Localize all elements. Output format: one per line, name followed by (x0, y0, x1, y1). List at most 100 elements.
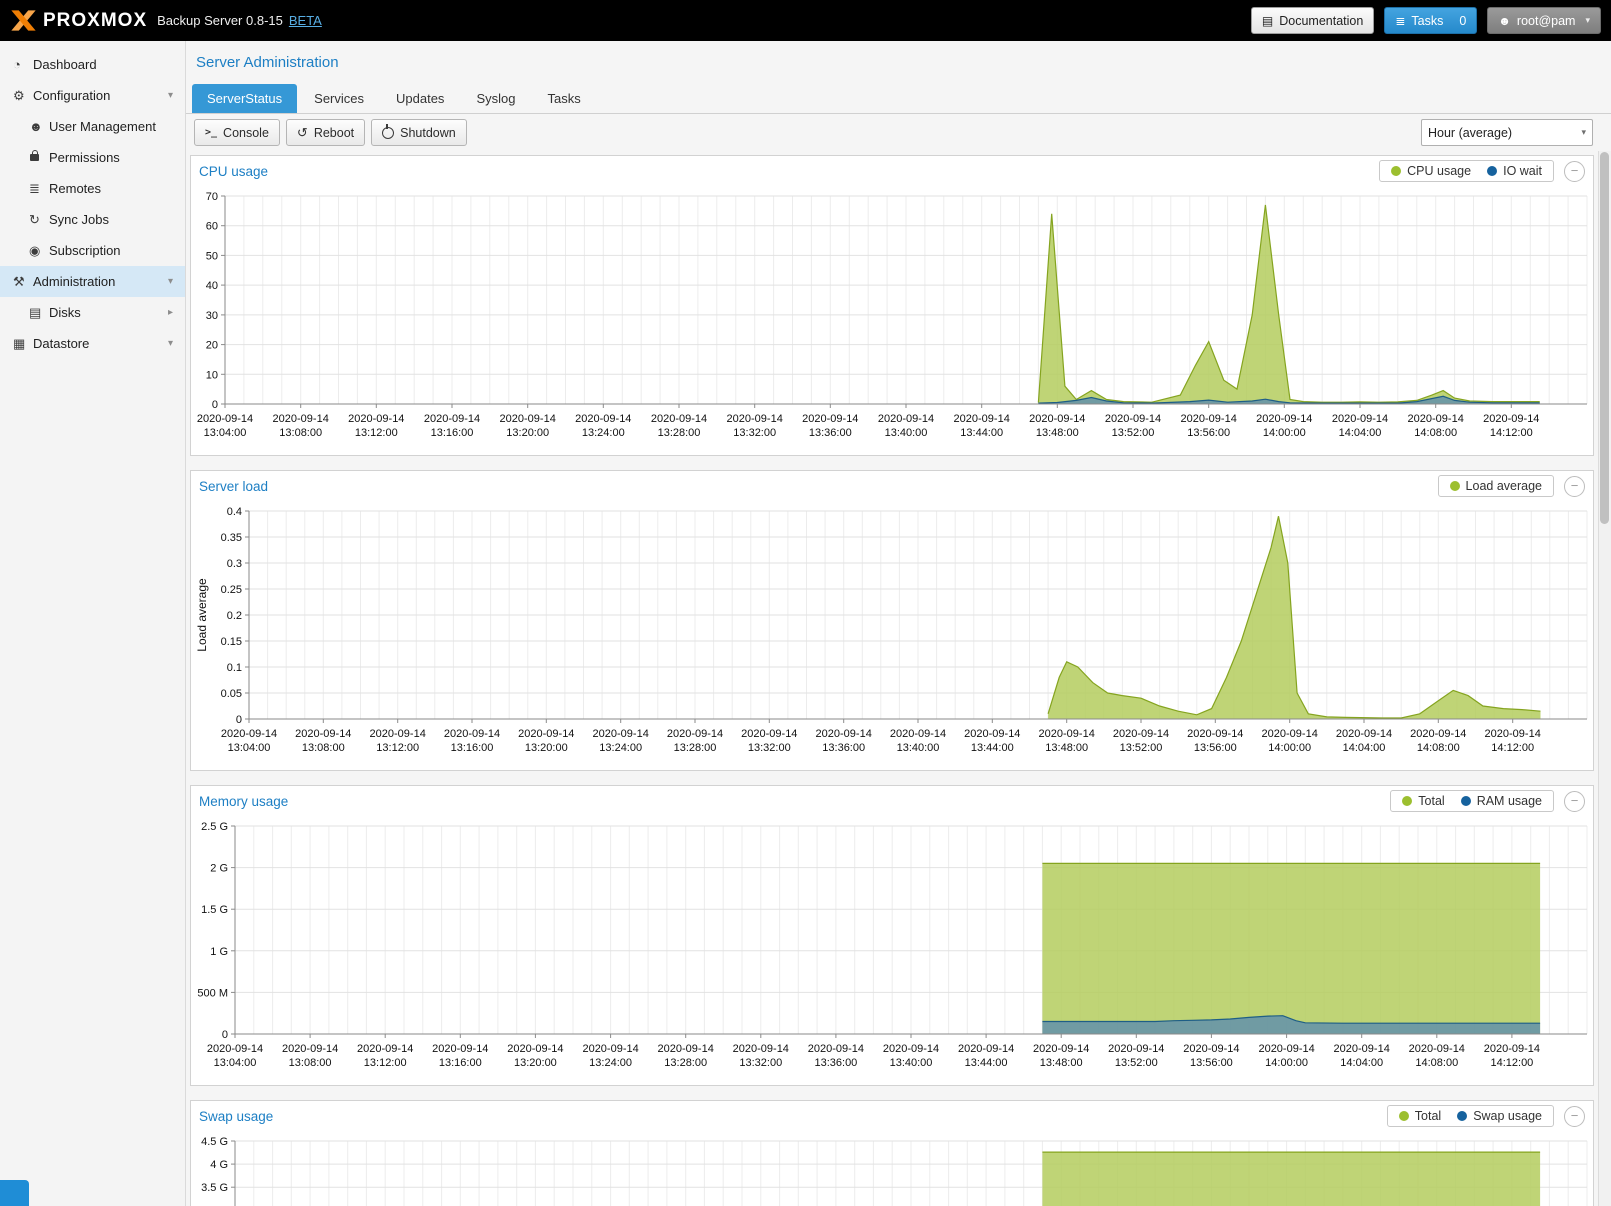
swap-usage-panel-header: Swap usage Total Swap usage − (191, 1101, 1593, 1131)
scrollbar-thumb[interactable] (1600, 152, 1609, 524)
sidebar-item-subscription[interactable]: ◉ Subscription (0, 235, 185, 266)
svg-text:2020-09-14: 2020-09-14 (593, 728, 649, 740)
sidebar-item-dashboard[interactable]: ◔ Dashboard (0, 49, 185, 80)
svg-text:500 M: 500 M (197, 987, 228, 999)
blue-dot-icon (1457, 1111, 1467, 1121)
green-dot-icon (1402, 796, 1412, 806)
reboot-button[interactable]: ↺ Reboot (286, 119, 365, 146)
tasks-button[interactable]: ≣ Tasks 0 (1384, 7, 1477, 34)
subscription-icon: ◉ (29, 243, 49, 259)
svg-text:13:20:00: 13:20:00 (525, 742, 568, 754)
cpu-usage-panel-header: CPU usage CPU usage IO wait − (191, 156, 1593, 186)
sidebar-item-user-management[interactable]: ☻ User Management (0, 111, 185, 142)
panel-title: Memory usage (199, 794, 288, 809)
svg-text:2020-09-14: 2020-09-14 (575, 413, 631, 425)
svg-text:2020-09-14: 2020-09-14 (808, 1043, 864, 1055)
svg-text:14:04:00: 14:04:00 (1339, 427, 1382, 439)
chart-canvas: 0500 M1 G1.5 G2 G2.5 G2020-09-1413:04:00… (191, 816, 1593, 1080)
terminal-icon: >_ (205, 127, 217, 138)
legend-item-total[interactable]: Total (1399, 1109, 1441, 1123)
svg-text:2020-09-14: 2020-09-14 (348, 413, 404, 425)
svg-text:2020-09-14: 2020-09-14 (432, 1043, 488, 1055)
svg-text:13:48:00: 13:48:00 (1036, 427, 1079, 439)
bottom-left-blue-button[interactable] (0, 1180, 29, 1206)
vertical-scrollbar[interactable] (1598, 151, 1611, 1206)
sidebar-item-label: Configuration (33, 88, 110, 103)
svg-text:13:20:00: 13:20:00 (514, 1057, 557, 1069)
sidebar-item-disks[interactable]: ▤ Disks ▸ (0, 297, 185, 328)
gear-icon: ⚙ (13, 88, 33, 104)
svg-text:13:52:00: 13:52:00 (1115, 1057, 1158, 1069)
server-toolbar: >_ Console ↺ Reboot Shutdown Hour (avera… (186, 114, 1611, 151)
svg-text:0.25: 0.25 (221, 584, 242, 596)
shutdown-button[interactable]: Shutdown (371, 119, 467, 146)
tab-serverstatus[interactable]: ServerStatus (192, 84, 297, 113)
svg-text:0.05: 0.05 (221, 688, 242, 700)
svg-text:13:12:00: 13:12:00 (376, 742, 419, 754)
collapse-panel-button[interactable]: − (1564, 161, 1585, 182)
green-dot-icon (1391, 166, 1401, 176)
sidebar-item-permissions[interactable]: Permissions (0, 142, 185, 173)
documentation-button[interactable]: ▤ Documentation (1251, 7, 1374, 34)
legend-item-swap-usage[interactable]: Swap usage (1457, 1109, 1542, 1123)
beta-link[interactable]: BETA (289, 13, 322, 28)
chevron-down-icon[interactable]: ▾ (168, 276, 173, 287)
svg-text:2020-09-14: 2020-09-14 (954, 413, 1010, 425)
chevron-down-icon[interactable]: ▾ (168, 338, 173, 349)
chart-canvas: 0102030405060702020-09-1413:04:002020-09… (191, 186, 1593, 450)
legend-item-io-wait[interactable]: IO wait (1487, 164, 1542, 178)
svg-text:14:08:00: 14:08:00 (1415, 1057, 1458, 1069)
svg-text:2020-09-14: 2020-09-14 (444, 728, 500, 740)
topbar-actions: ▤ Documentation ≣ Tasks 0 ☻ root@pam ▾ (1251, 7, 1601, 34)
brand-wordmark: PROXMOX (43, 10, 147, 32)
time-range-value: Hour (average) (1428, 126, 1512, 140)
main-content: Server Administration ServerStatus Servi… (186, 41, 1611, 1206)
charts-scroll-area[interactable]: CPU usage CPU usage IO wait − (186, 151, 1611, 1206)
chevron-down-icon[interactable]: ▾ (168, 90, 173, 101)
swap-usage-panel: Swap usage Total Swap usage − (190, 1100, 1594, 1206)
svg-text:2020-09-14: 2020-09-14 (197, 413, 253, 425)
svg-text:2020-09-14: 2020-09-14 (518, 728, 574, 740)
sidebar-item-sync-jobs[interactable]: ↻ Sync Jobs (0, 204, 185, 235)
tab-updates[interactable]: Updates (381, 84, 459, 113)
proxmox-logo: PROXMOX (10, 9, 147, 32)
tab-tasks[interactable]: Tasks (532, 84, 595, 113)
sidebar-item-remotes[interactable]: ≣ Remotes (0, 173, 185, 204)
svg-text:0.3: 0.3 (227, 558, 242, 570)
sidebar-nav: ◔ Dashboard ⚙ Configuration ▾ ☻ User Man… (0, 41, 186, 1206)
svg-text:13:56:00: 13:56:00 (1187, 427, 1230, 439)
svg-text:13:16:00: 13:16:00 (451, 742, 494, 754)
svg-text:13:56:00: 13:56:00 (1194, 742, 1237, 754)
svg-text:2020-09-14: 2020-09-14 (1113, 728, 1169, 740)
svg-text:2 G: 2 G (210, 863, 228, 875)
svg-text:2020-09-14: 2020-09-14 (1181, 413, 1237, 425)
chevron-right-icon[interactable]: ▸ (168, 307, 173, 318)
legend-item-cpu-usage[interactable]: CPU usage (1391, 164, 1471, 178)
svg-text:2.5 G: 2.5 G (201, 821, 228, 833)
svg-text:14:04:00: 14:04:00 (1343, 742, 1386, 754)
svg-text:70: 70 (206, 191, 218, 203)
tab-services[interactable]: Services (299, 84, 379, 113)
svg-text:13:36:00: 13:36:00 (809, 427, 852, 439)
sidebar-item-configuration[interactable]: ⚙ Configuration ▾ (0, 80, 185, 111)
console-label: Console (223, 126, 269, 140)
console-button[interactable]: >_ Console (194, 119, 280, 146)
svg-text:30: 30 (206, 310, 218, 322)
collapse-panel-button[interactable]: − (1564, 476, 1585, 497)
tab-syslog[interactable]: Syslog (461, 84, 530, 113)
svg-text:40: 40 (206, 280, 218, 292)
time-range-select[interactable]: Hour (average) ▾ (1421, 119, 1593, 146)
tab-bar: ServerStatus Services Updates Syslog Tas… (186, 83, 1611, 114)
user-menu-button[interactable]: ☻ root@pam ▾ (1487, 7, 1601, 34)
svg-text:4 G: 4 G (210, 1159, 228, 1171)
sidebar-item-administration[interactable]: ⚒ Administration ▾ (0, 266, 185, 297)
legend-item-load-average[interactable]: Load average (1450, 479, 1542, 493)
collapse-panel-button[interactable]: − (1564, 791, 1585, 812)
legend-item-ram-usage[interactable]: RAM usage (1461, 794, 1542, 808)
collapse-panel-button[interactable]: − (1564, 1106, 1585, 1127)
datastore-icon: ▦ (13, 336, 33, 352)
svg-text:13:52:00: 13:52:00 (1120, 742, 1163, 754)
sidebar-item-datastore[interactable]: ▦ Datastore ▾ (0, 328, 185, 359)
legend-item-total[interactable]: Total (1402, 794, 1444, 808)
svg-text:2020-09-14: 2020-09-14 (1485, 728, 1541, 740)
